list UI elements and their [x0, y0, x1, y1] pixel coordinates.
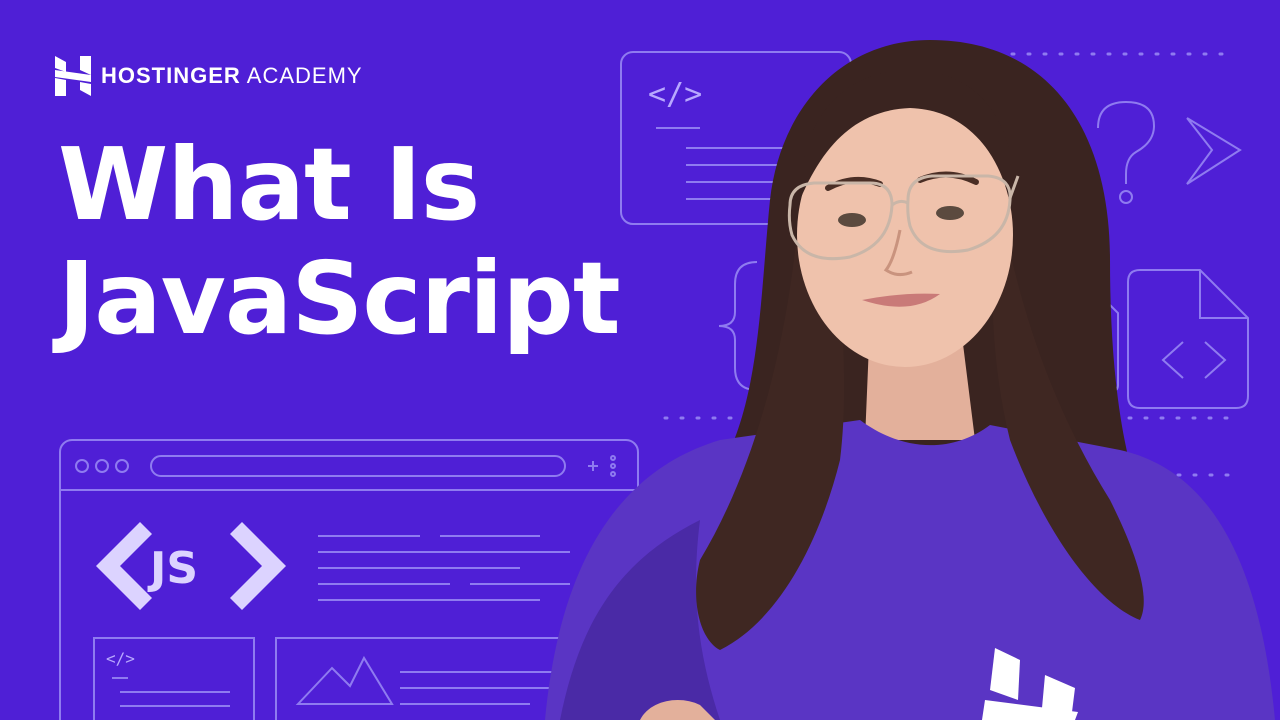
thumbnail-canvas: </> </> JS HOSTINGER ACADEMY What Is Jav…	[0, 0, 1280, 720]
eye-left	[838, 213, 866, 227]
presenter-photo	[545, 40, 1275, 720]
eye-right	[936, 206, 964, 220]
